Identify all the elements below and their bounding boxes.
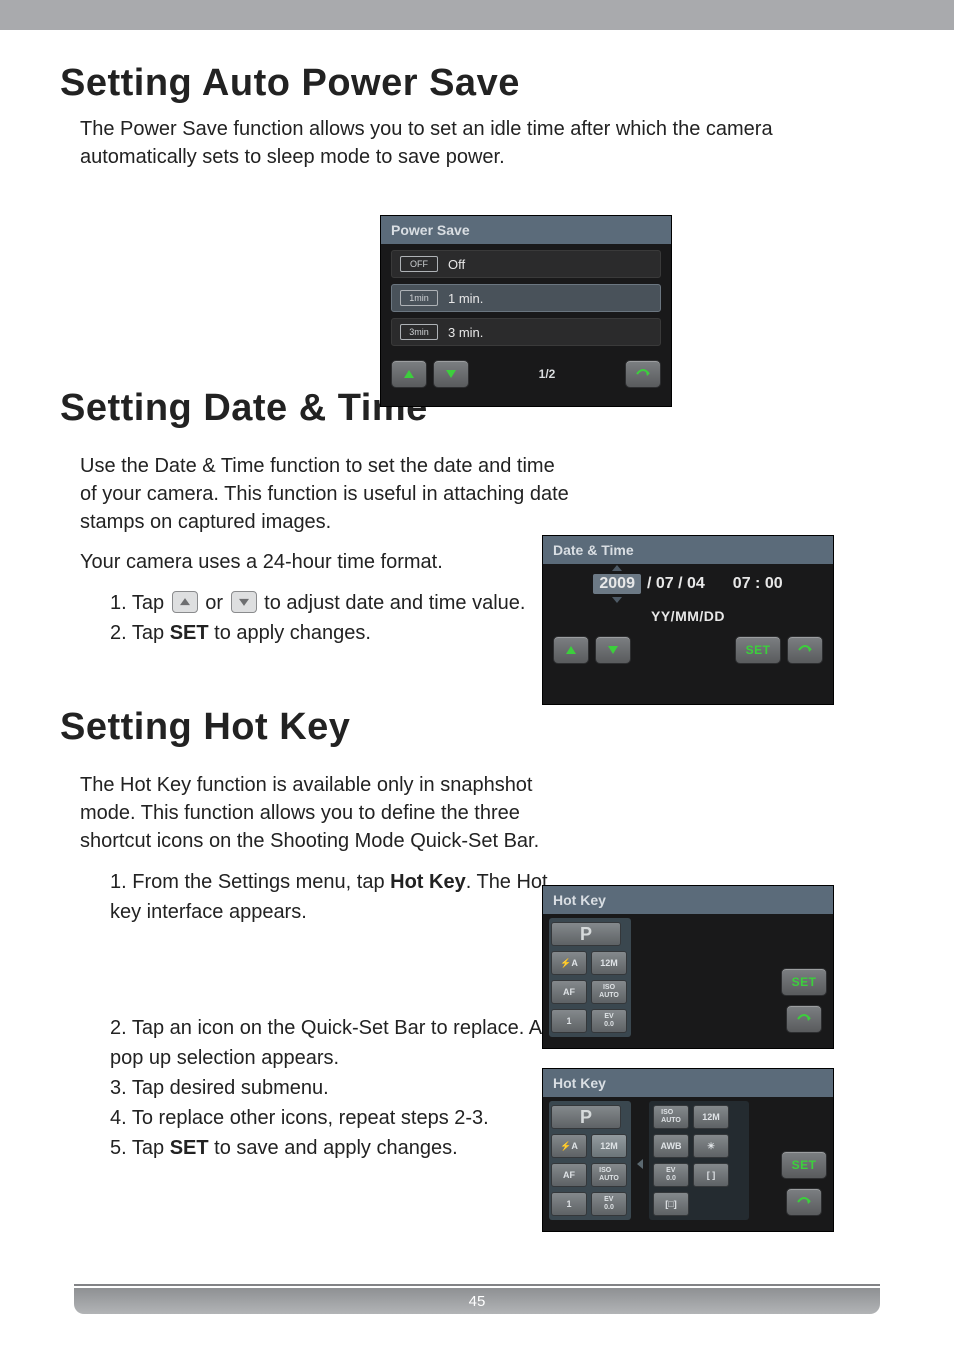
datetime-year-selected[interactable]: 2009	[593, 574, 641, 594]
heading-auto-power-save: Setting Auto Power Save	[60, 62, 894, 105]
back-arrow-icon	[796, 1196, 812, 1208]
resolution-chip[interactable]: 12M	[591, 951, 627, 975]
datetime-date-rest: / 07 / 04	[647, 575, 705, 593]
set-button[interactable]: SET	[781, 968, 827, 996]
quickset-bar: P ⚡A 12M AF ISO AUTO 1 EV 0.0	[549, 1101, 631, 1220]
back-arrow-icon	[797, 644, 813, 656]
datetime-title: Date & Time	[543, 536, 833, 564]
hotkey-popup: ISO AUTO 12M AWB ☀ EV 0.0 [ ] [□]	[649, 1101, 749, 1220]
datetime-format: YY/MM/DD	[553, 608, 823, 624]
para-hot-key: The Hot Key function is available only i…	[80, 771, 570, 855]
datetime-step-2: 2. Tap SET to apply changes.	[110, 618, 570, 648]
hotkey-title: Hot Key	[543, 1069, 833, 1097]
inline-up-icon	[172, 591, 198, 613]
powersave-item-label: Off	[448, 257, 465, 272]
back-arrow-icon	[796, 1013, 812, 1025]
datetime-panel: Date & Time 2009 / 07 / 04 07 : 00 YY/MM…	[542, 535, 834, 705]
up-button[interactable]	[391, 360, 427, 388]
flash-auto-chip[interactable]: ⚡A	[551, 951, 587, 975]
powersave-item-off[interactable]: OFF Off	[391, 250, 661, 278]
triangle-down-icon	[446, 370, 456, 378]
quickset-bar: P ⚡A 12M AF ISO AUTO 1 EV 0.0	[549, 918, 631, 1037]
mode-p-chip[interactable]: P	[551, 922, 621, 946]
hotkey-panel-1: Hot Key P ⚡A 12M AF ISO AUTO 1 EV 0.0	[542, 885, 834, 1049]
down-button[interactable]	[595, 636, 631, 664]
powersave-panel: Power Save OFF Off 1min 1 min. 3min 3 mi…	[380, 215, 672, 407]
set-button[interactable]: SET	[735, 636, 781, 664]
popup-resolution-chip[interactable]: 12M	[693, 1105, 729, 1129]
af-chip[interactable]: AF	[551, 980, 587, 1004]
back-arrow-icon	[635, 368, 651, 380]
powersave-item-label: 1 min.	[448, 291, 483, 306]
back-button[interactable]	[786, 1188, 822, 1216]
powersave-item-label: 3 min.	[448, 325, 483, 340]
popup-awb-chip[interactable]: AWB	[653, 1134, 689, 1158]
hotkey-step-1: 1. From the Settings menu, tap Hot Key. …	[110, 867, 570, 927]
powersave-item-1min[interactable]: 1min 1 min.	[391, 284, 661, 312]
hotkey-panel-2: Hot Key P ⚡A 12M AF ISO AUTO 1 EV 0.0	[542, 1068, 834, 1232]
set-label: SET	[792, 1158, 817, 1172]
back-button[interactable]	[787, 636, 823, 664]
top-gray-bar	[0, 0, 954, 30]
ev-chip[interactable]: EV 0.0	[591, 1192, 627, 1216]
popup-caret-icon	[637, 1159, 643, 1169]
drive-single-chip[interactable]: 1	[551, 1009, 587, 1033]
page-indicator: 1/2	[475, 367, 619, 381]
hotkey-step-5: 5. Tap SET to save and apply changes.	[110, 1133, 570, 1163]
page-footer-bar: 45	[74, 1284, 880, 1314]
para-date-time-2: Your camera uses a 24-hour time format.	[80, 548, 570, 576]
popup-metering-chip[interactable]: [ ]	[693, 1163, 729, 1187]
resolution-chip-selected[interactable]: 12M	[591, 1134, 627, 1158]
mode-p-chip[interactable]: P	[551, 1105, 621, 1129]
iso-auto-chip[interactable]: ISO AUTO	[591, 1163, 627, 1187]
back-button[interactable]	[786, 1005, 822, 1033]
triangle-up-icon	[566, 646, 576, 654]
powersave-item-3min[interactable]: 3min 3 min.	[391, 318, 661, 346]
datetime-time: 07 : 00	[733, 575, 783, 593]
set-button[interactable]: SET	[781, 1151, 827, 1179]
af-chip[interactable]: AF	[551, 1163, 587, 1187]
iso-auto-chip[interactable]: ISO AUTO	[591, 980, 627, 1004]
hotkey-step-4: 4. To replace other icons, repeat steps …	[110, 1103, 570, 1133]
clock-3min-icon: 3min	[400, 324, 438, 340]
set-label: SET	[746, 643, 771, 657]
popup-wb-icon-chip[interactable]: ☀	[693, 1134, 729, 1158]
datetime-step-1: 1. Tap or to adjust date and time value.	[110, 588, 570, 618]
page-number: 45	[469, 1293, 486, 1310]
back-button[interactable]	[625, 360, 661, 388]
triangle-up-icon	[404, 370, 414, 378]
set-label: SET	[792, 975, 817, 989]
triangle-down-icon	[608, 646, 618, 654]
hotkey-title: Hot Key	[543, 886, 833, 914]
hotkey-step-2: 2. Tap an icon on the Quick-Set Bar to r…	[110, 1013, 570, 1073]
clock-1min-icon: 1min	[400, 290, 438, 306]
popup-ev-chip[interactable]: EV 0.0	[653, 1163, 689, 1187]
hotkey-step-3: 3. Tap desired submenu.	[110, 1073, 570, 1103]
popup-afarea-chip[interactable]: [□]	[653, 1192, 689, 1216]
heading-hot-key: Setting Hot Key	[60, 706, 894, 749]
drive-single-chip[interactable]: 1	[551, 1192, 587, 1216]
inline-down-icon	[231, 591, 257, 613]
ev-chip[interactable]: EV 0.0	[591, 1009, 627, 1033]
para-auto-power-save: The Power Save function allows you to se…	[80, 115, 880, 171]
popup-iso-chip[interactable]: ISO AUTO	[653, 1105, 689, 1129]
off-badge-icon: OFF	[400, 256, 438, 272]
up-button[interactable]	[553, 636, 589, 664]
powersave-title: Power Save	[381, 216, 671, 244]
datetime-value[interactable]: 2009 / 07 / 04 07 : 00	[593, 574, 782, 594]
flash-auto-chip[interactable]: ⚡A	[551, 1134, 587, 1158]
para-date-time-1: Use the Date & Time function to set the …	[80, 452, 570, 536]
down-button[interactable]	[433, 360, 469, 388]
